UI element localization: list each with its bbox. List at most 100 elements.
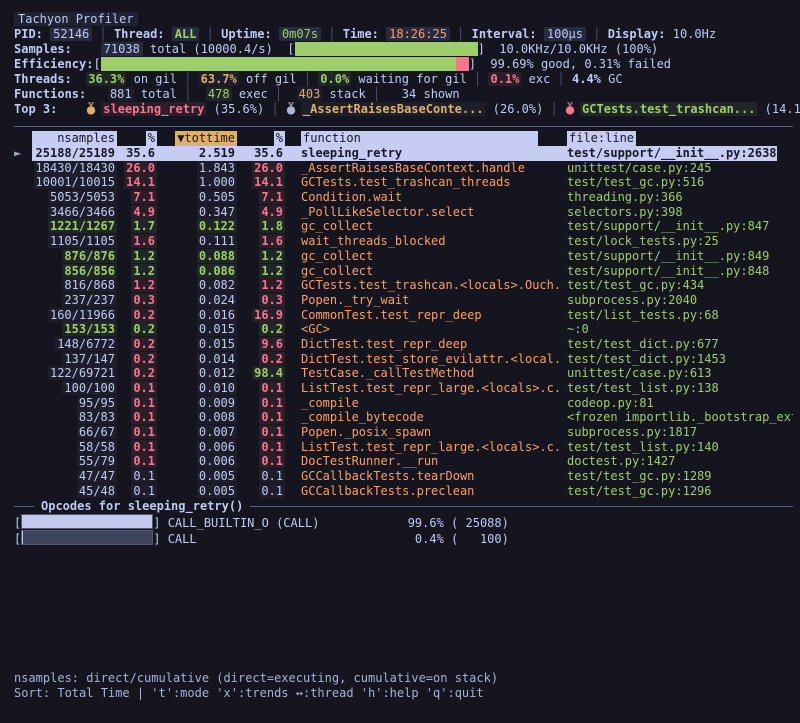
interval-label: Interval: <box>472 27 537 41</box>
cell-file-line: test/test_gc.py:1296 <box>559 484 793 499</box>
table-row[interactable]: 137/1470.20.0140.2DictTest.test_store_ev… <box>14 352 793 367</box>
cell-function: Popen._posix_spawn <box>285 425 559 440</box>
cell-p2: 14.1 <box>237 175 285 190</box>
table-row[interactable]: 95/950.10.0090.1_compilecodeop.py:81 <box>14 396 793 411</box>
table-row[interactable]: 66/670.10.0070.1Popen._posix_spawnsubpro… <box>14 425 793 440</box>
table-row[interactable]: 18430/1843026.01.84326.0_AssertRaisesBas… <box>14 161 793 176</box>
table-row[interactable]: 45/480.10.0050.1GCCallbackTests.preclean… <box>14 484 793 499</box>
cell-ns: 83/83 <box>32 410 117 425</box>
thread-value[interactable]: ALL <box>172 27 200 41</box>
selected-row-marker <box>14 396 32 411</box>
cell-function: gc_collect <box>285 249 559 264</box>
column-header-nsamples[interactable]: nsamples <box>32 131 117 146</box>
table-row[interactable]: 148/67720.20.0159.6DictTest.test_repr_de… <box>14 337 793 352</box>
cell-p1: 26.0 <box>117 161 157 176</box>
opcode-name-2: CALL <box>168 531 408 547</box>
column-header-tottime-sorted[interactable]: ▼tottime <box>175 131 237 146</box>
cell-ns: 148/6772 <box>32 337 117 352</box>
table-row[interactable]: 100/1000.10.0100.1ListTest.test_repr_lar… <box>14 381 793 396</box>
efficiency-text: 99.69% good, 0.31% failed <box>490 57 671 71</box>
cell-p1: 0.1 <box>117 381 157 396</box>
opcode-stats-1: 99.6% ( 25088) <box>408 516 509 530</box>
selected-row-marker <box>14 264 32 279</box>
table-row-selected[interactable]: ►25188/2518935.62.51935.6sleeping_retryt… <box>14 146 777 161</box>
table-row[interactable]: 83/830.10.0080.1_compile_bytecode<frozen… <box>14 410 793 425</box>
table-row[interactable]: 856/8561.20.0861.2gc_collecttest/support… <box>14 264 793 279</box>
functions-label: Functions: <box>14 87 86 101</box>
opcode-bar-call <box>21 530 153 545</box>
cell-p1: 1.6 <box>117 234 157 249</box>
help-bar: Sort: Total Time | 't':mode 'x':trends ↔… <box>14 686 793 701</box>
table-row[interactable]: 5053/50537.10.5057.1Condition.waitthread… <box>14 190 793 205</box>
table-row[interactable]: 160/119660.20.01616.9CommonTest.test_rep… <box>14 308 793 323</box>
cell-p2: 0.1 <box>237 484 285 499</box>
selected-row-marker <box>14 425 32 440</box>
table-row[interactable]: 816/8681.20.0821.2GCTests.test_trashcan.… <box>14 278 793 293</box>
selected-row-marker <box>14 454 32 469</box>
display-label: Display: <box>608 27 666 41</box>
cell-p1: 0.2 <box>117 322 157 337</box>
table-row[interactable]: 153/1530.20.0150.2<GC>~:0 <box>14 322 793 337</box>
cell-function: wait_threads_blocked <box>285 234 559 249</box>
separator-line <box>14 506 34 507</box>
selected-row-marker <box>14 249 32 264</box>
cell-file-line: test/list_tests.py:68 <box>559 308 793 323</box>
opcodes-section-header: Opcodes for sleeping_retry() <box>14 499 793 514</box>
table-row[interactable]: 3466/34664.90.3474.9_PollLikeSelector.se… <box>14 205 793 220</box>
cell-file-line: test/test_dict.py:1453 <box>559 352 793 367</box>
cell-p2: 0.2 <box>237 352 285 367</box>
threads-on-gil-value: 36.3% <box>86 72 126 86</box>
cell-ns: 876/876 <box>32 249 117 264</box>
threads-off-gil-value: 63.7% <box>199 72 239 86</box>
cell-p1: 14.1 <box>117 175 157 190</box>
table-row[interactable]: 1105/11051.60.1111.6wait_threads_blocked… <box>14 234 793 249</box>
selected-row-marker <box>14 440 32 455</box>
selected-row-marker <box>14 278 32 293</box>
table-row[interactable]: 1221/12671.70.1221.8gc_collecttest/suppo… <box>14 219 793 234</box>
top3-pct-2: (26.0%) <box>493 102 544 116</box>
table-row[interactable]: 876/8761.20.0881.2gc_collecttest/support… <box>14 249 793 264</box>
selected-row-marker <box>14 484 32 499</box>
display-value: 10.0Hz <box>673 27 716 41</box>
selected-row-marker <box>14 234 32 249</box>
selected-row-marker <box>14 410 32 425</box>
cell-tt: 0.082 <box>157 278 237 293</box>
cell-file-line: test/test_gc.py:1289 <box>559 469 793 484</box>
empty-area <box>14 546 793 671</box>
cell-p2: 1.2 <box>237 249 285 264</box>
threads-exc-label: exc <box>529 72 551 86</box>
column-header-pct2[interactable]: % <box>274 131 285 146</box>
threads-waiting-value: 0.0% <box>318 72 351 86</box>
gold-medal-icon <box>86 102 96 115</box>
cell-p2: 0.1 <box>237 410 285 425</box>
cell-ns: 122/69721 <box>32 366 117 381</box>
opcode-name-1: CALL_BUILTIN_O (CALL) <box>168 515 408 531</box>
table-row[interactable]: 58/580.10.0060.1ListTest.test_repr_large… <box>14 440 793 455</box>
table-row[interactable]: 122/697210.20.01298.4TestCase._callTestM… <box>14 366 793 381</box>
cell-function: _compile <box>285 396 559 411</box>
cell-function: TestCase._callTestMethod <box>285 366 559 381</box>
table-row[interactable]: 55/790.10.0060.1DocTestRunner.__rundocte… <box>14 454 793 469</box>
cell-file-line: test/support/__init__.py:847 <box>559 219 793 234</box>
table-row[interactable]: 47/470.10.0050.1GCCallbackTests.tearDown… <box>14 469 793 484</box>
column-header-function[interactable]: function <box>301 131 538 146</box>
cell-function: Popen._try_wait <box>285 293 559 308</box>
column-header-file-line[interactable]: file:line <box>567 131 636 146</box>
cell-tt: 0.505 <box>157 190 237 205</box>
cell-p2: 35.6 <box>237 146 285 161</box>
table-row[interactable]: 10001/1001514.11.00014.1GCTests.test_tra… <box>14 175 793 190</box>
selected-row-marker <box>14 322 32 337</box>
top3-name-2: _AssertRaisesBaseConte... <box>301 102 486 116</box>
cell-p1: 4.9 <box>117 205 157 220</box>
cell-tt: 0.024 <box>157 293 237 308</box>
pid-value: 52146 <box>50 27 92 41</box>
top3-item-1: sleeping_retry (35.6%) <box>86 102 264 116</box>
cell-p2: 7.1 <box>237 190 285 205</box>
column-header-pct1[interactable]: % <box>146 131 157 146</box>
cell-p1: 0.1 <box>117 396 157 411</box>
table-row[interactable]: 237/2370.30.0240.3Popen._try_waitsubproc… <box>14 293 793 308</box>
cell-file-line: subprocess.py:2040 <box>559 293 793 308</box>
cell-file-line: unittest/case.py:613 <box>559 366 793 381</box>
top3-item-3: GCTests.test_trashcan... (14.1%) <box>565 102 800 116</box>
cell-function: sleeping_retry <box>285 146 559 161</box>
